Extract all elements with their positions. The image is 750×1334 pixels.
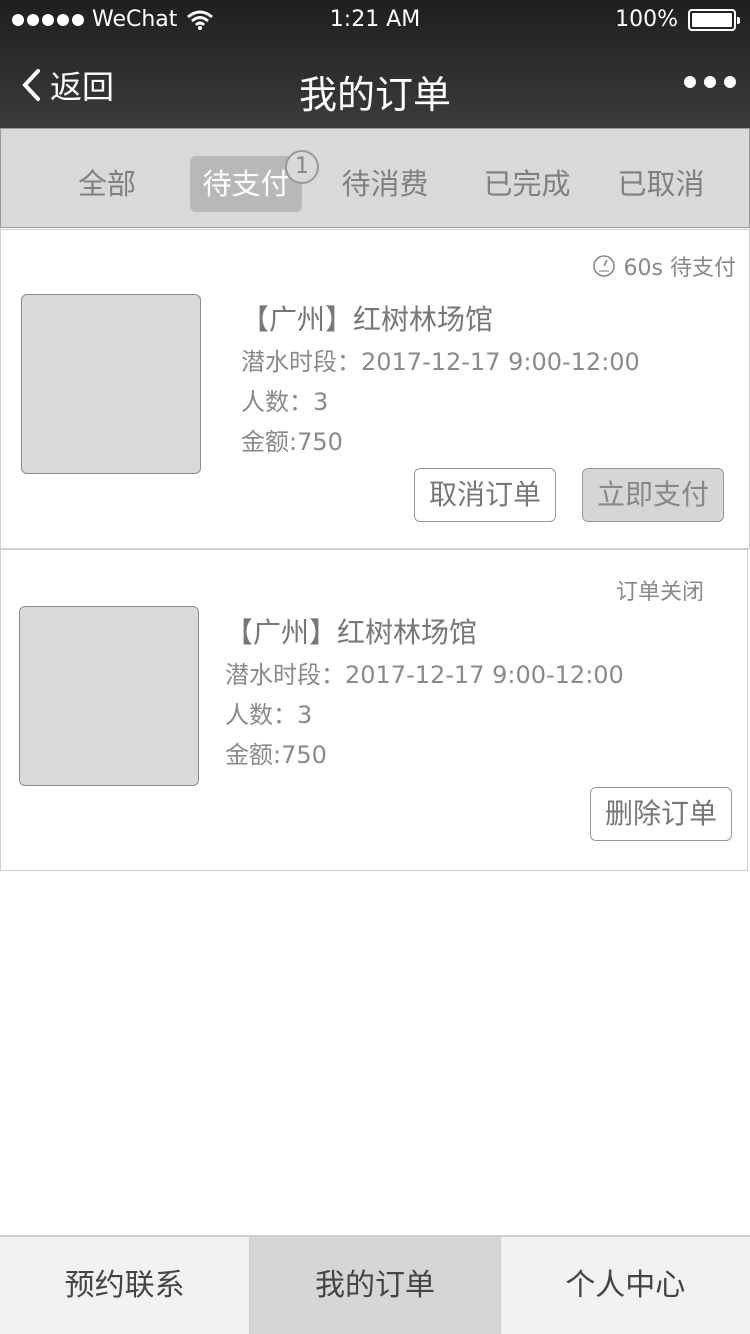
tab-all[interactable]: 全部 <box>61 156 153 212</box>
bottom-nav: 预约联系 我的订单 个人中心 <box>0 1235 750 1334</box>
time-slot: 潜水时段：2017-12-17 9:00-12:00 <box>225 661 624 689</box>
order-status: 60s 待支付 <box>592 250 736 282</box>
tab-count-badge: 1 <box>285 150 319 184</box>
venue-thumbnail[interactable] <box>21 294 201 474</box>
venue-thumbnail[interactable] <box>19 606 199 786</box>
tab-cancelled[interactable]: 已取消 <box>605 156 717 212</box>
bottom-nav-profile[interactable]: 个人中心 <box>500 1237 750 1334</box>
page-title: 我的订单 <box>298 73 451 117</box>
more-button[interactable] <box>684 76 736 88</box>
order-amount: 金额:750 <box>241 428 343 456</box>
order-status: 订单关闭 <box>616 574 704 606</box>
status-right: 100% <box>615 7 740 32</box>
order-card: 60s 待支付 【广州】红树林场馆 潜水时段：2017-12-17 9:00-1… <box>0 229 750 549</box>
order-amount: 金额:750 <box>225 741 327 769</box>
people-count: 人数：3 <box>241 388 329 416</box>
delete-order-button[interactable]: 删除订单 <box>590 787 732 841</box>
order-status-text: 60s 待支付 <box>623 256 736 281</box>
battery-icon <box>688 8 740 31</box>
more-dots-icon <box>684 76 696 88</box>
people-count: 人数：3 <box>225 701 313 729</box>
battery-percent: 100% <box>615 7 678 32</box>
status-bar: WeChat 1:21 AM 100% <box>0 0 750 40</box>
nav-bar: 返回 我的订单 <box>0 40 750 128</box>
venue-title: 【广州】红树林场馆 <box>241 303 494 336</box>
time-slot: 潜水时段：2017-12-17 9:00-12:00 <box>241 348 640 376</box>
pay-now-button[interactable]: 立即支付 <box>582 468 724 522</box>
cancel-order-button[interactable]: 取消订单 <box>414 468 556 522</box>
venue-title: 【广州】红树林场馆 <box>225 616 478 649</box>
bottom-nav-my-orders[interactable]: 我的订单 <box>250 1237 501 1334</box>
app-header: WeChat 1:21 AM 100% 返回 我的订单 <box>0 0 750 128</box>
tab-to-consume[interactable]: 待消费 <box>329 156 441 212</box>
timer-icon <box>592 255 615 277</box>
tab-completed[interactable]: 已完成 <box>471 156 583 212</box>
order-status-text: 订单关闭 <box>615 580 704 605</box>
bottom-nav-booking[interactable]: 预约联系 <box>0 1237 251 1334</box>
order-card: 订单关闭 【广州】红树林场馆 潜水时段：2017-12-17 9:00-12:0… <box>0 549 748 871</box>
order-tab-bar: 全部 待支付 1 待消费 已完成 已取消 <box>0 128 750 228</box>
